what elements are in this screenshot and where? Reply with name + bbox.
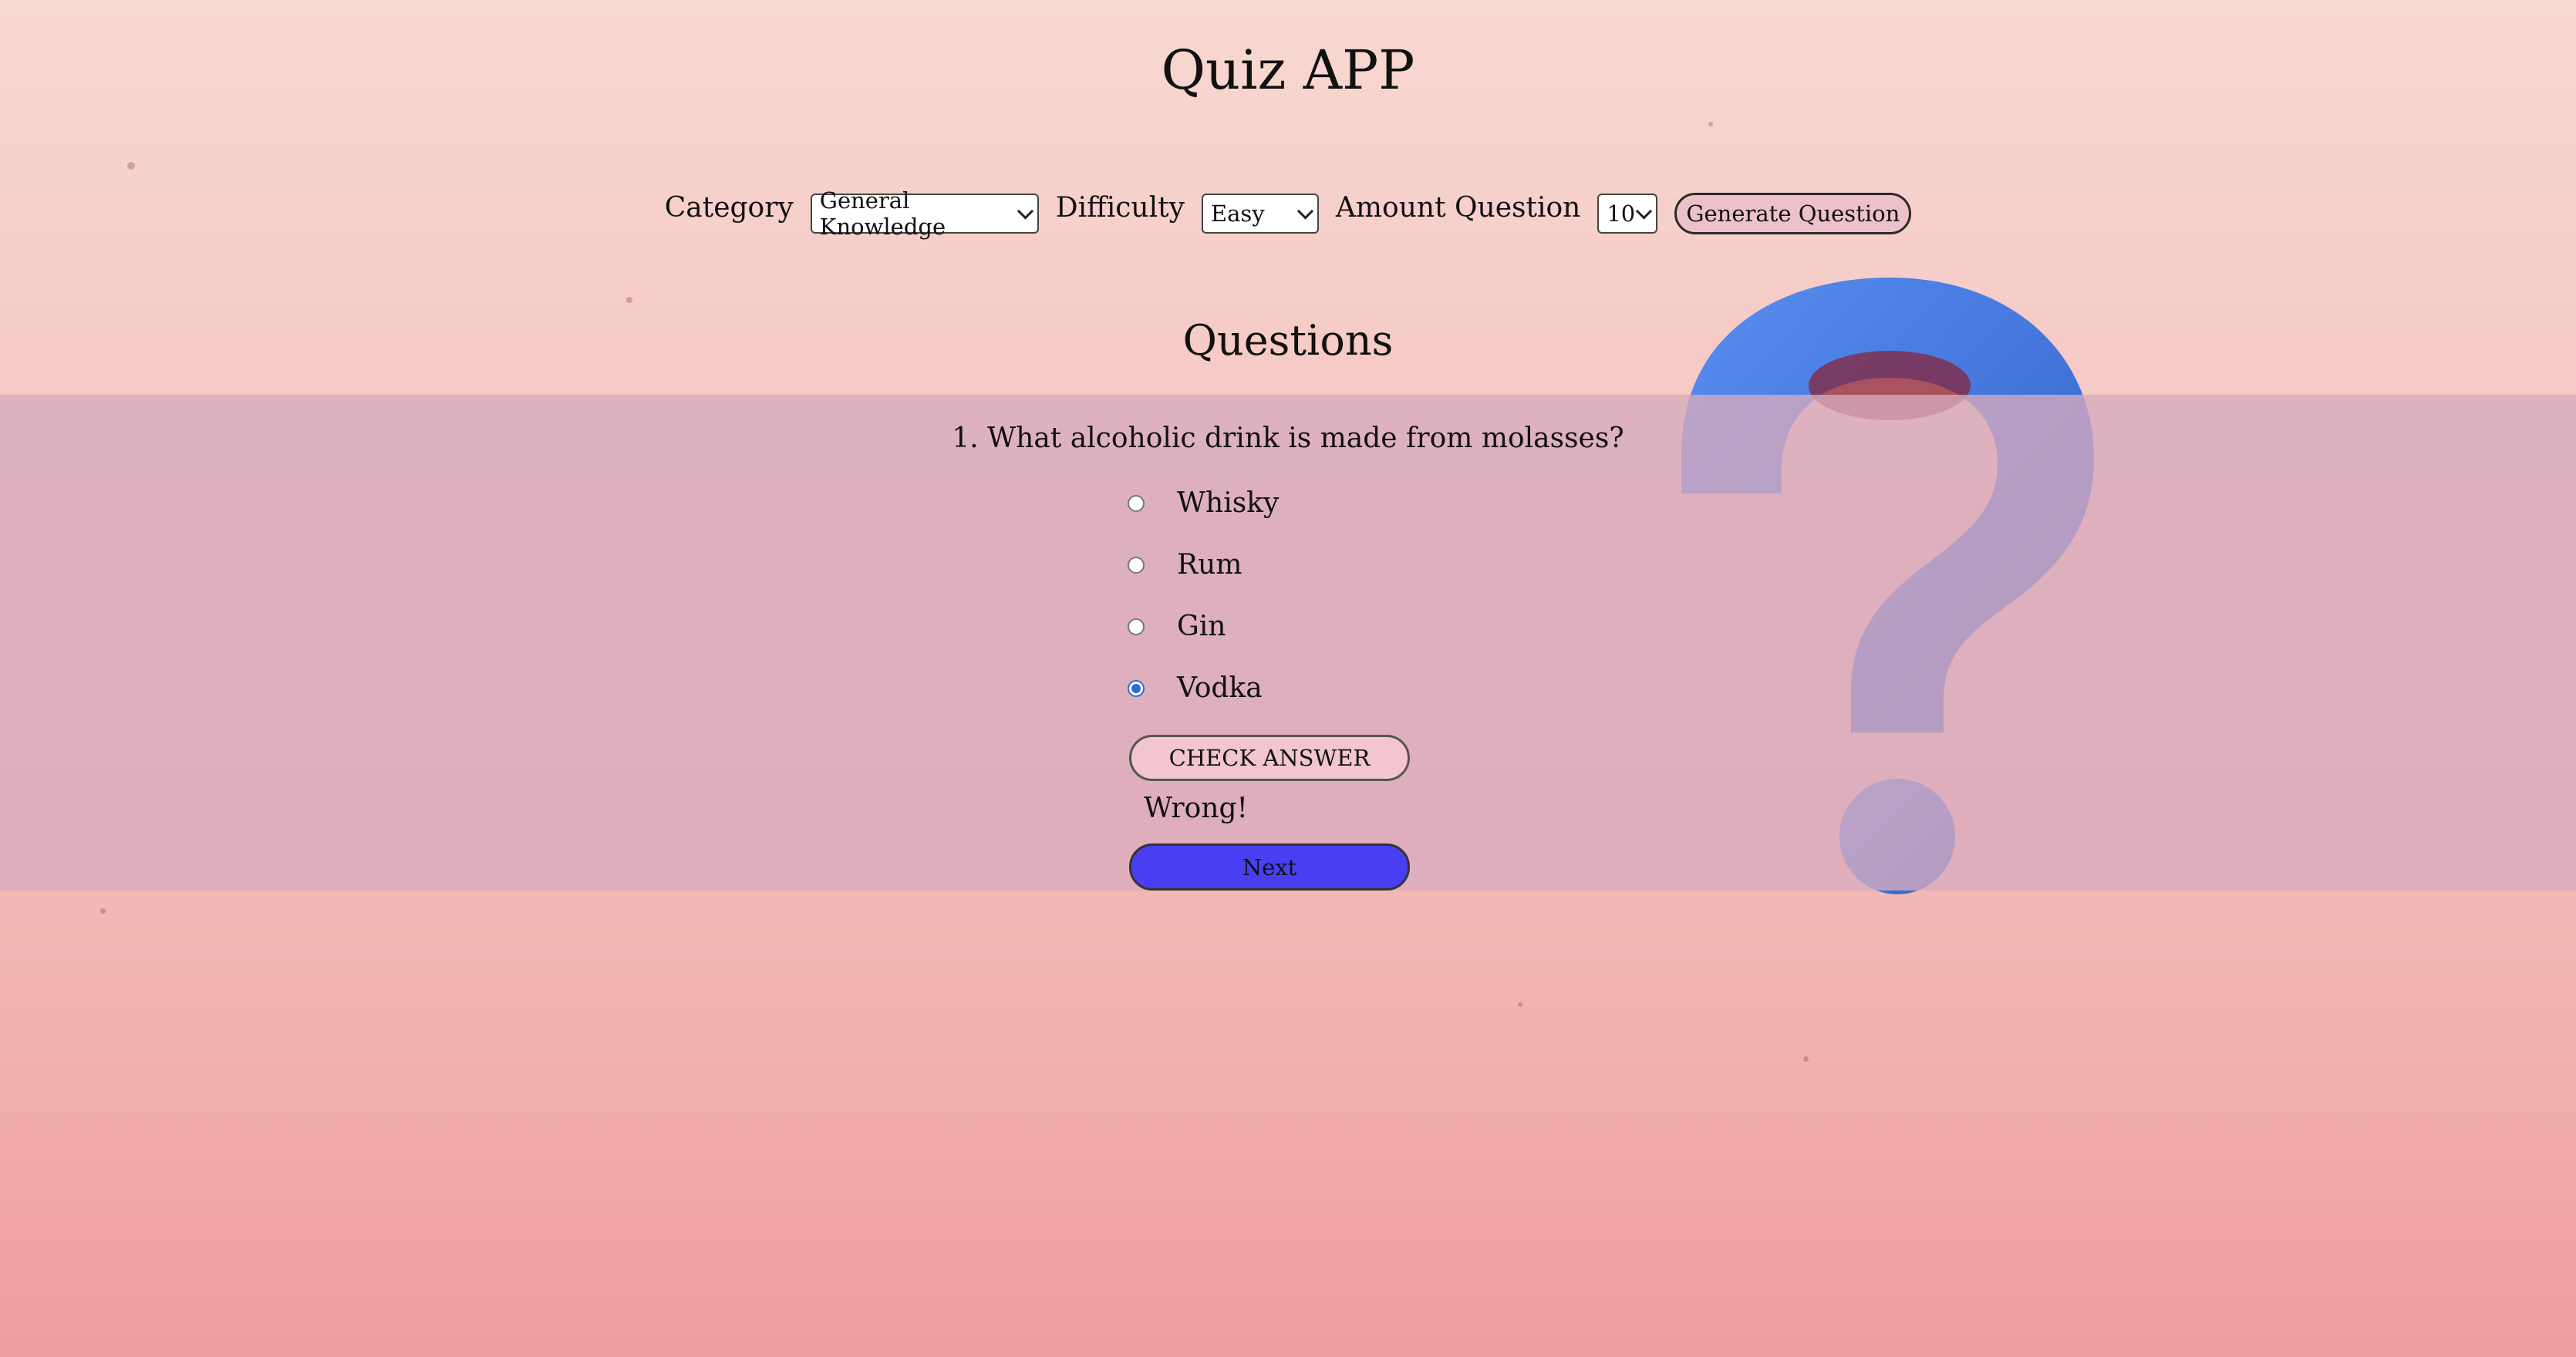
answer-radio[interactable] xyxy=(1128,618,1145,635)
answer-radio[interactable] xyxy=(1128,679,1145,697)
answer-label: Whisky xyxy=(1177,487,1280,519)
check-answer-button[interactable]: CHECK ANSWER xyxy=(1129,735,1410,781)
chevron-down-icon xyxy=(1017,203,1033,220)
answer-label: Gin xyxy=(1177,611,1226,642)
background-speck xyxy=(1518,1002,1522,1007)
difficulty-select[interactable]: Easy xyxy=(1201,194,1319,234)
next-button[interactable]: Next xyxy=(1129,843,1410,891)
background-speck xyxy=(626,297,632,303)
difficulty-label: Difficulty xyxy=(1055,191,1185,224)
question-text: 1. What alcoholic drink is made from mol… xyxy=(952,423,1624,454)
background-speck xyxy=(1708,122,1713,126)
answer-option[interactable]: Whisky xyxy=(1128,487,1279,519)
question-panel xyxy=(0,395,2576,891)
amount-value: 10 xyxy=(1607,200,1636,227)
answer-option[interactable]: Vodka xyxy=(1128,672,1263,704)
quiz-settings: Category General Knowledge Difficulty Ea… xyxy=(0,187,2576,240)
chevron-down-icon xyxy=(1636,203,1653,220)
answer-label: Vodka xyxy=(1177,672,1263,704)
amount-select[interactable]: 10 xyxy=(1597,194,1658,234)
background-speck xyxy=(100,908,106,914)
app-title: Quiz APP xyxy=(1161,39,1415,102)
questions-heading: Questions xyxy=(1182,316,1394,365)
answer-option[interactable]: Rum xyxy=(1128,549,1242,581)
generate-question-button[interactable]: Generate Question xyxy=(1674,193,1912,234)
background-speck xyxy=(1803,1056,1809,1062)
category-select[interactable]: General Knowledge xyxy=(810,187,1039,240)
answer-label: Rum xyxy=(1177,549,1242,581)
answer-radio[interactable] xyxy=(1128,556,1145,574)
difficulty-value: Easy xyxy=(1210,200,1265,227)
answer-radio[interactable] xyxy=(1128,494,1145,512)
background-speck xyxy=(127,162,135,170)
amount-label: Amount Question xyxy=(1335,191,1581,224)
answer-option[interactable]: Gin xyxy=(1128,611,1226,642)
category-value: General Knowledge xyxy=(819,187,946,240)
answer-result: Wrong! xyxy=(1144,793,1248,824)
category-label: Category xyxy=(664,191,794,224)
chevron-down-icon xyxy=(1296,203,1314,220)
